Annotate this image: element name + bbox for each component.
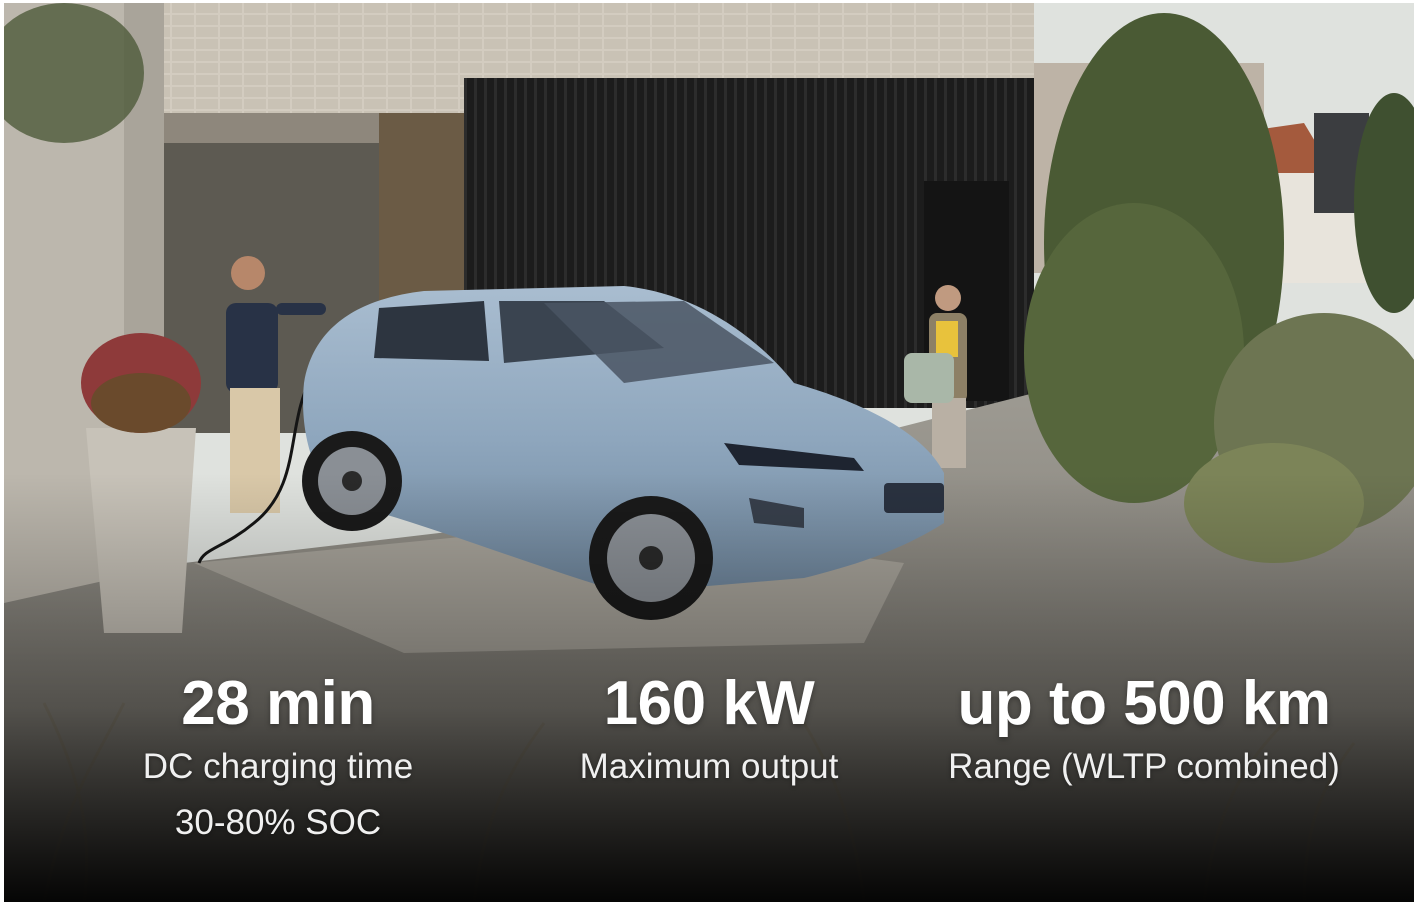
hero-banner: 28 min DC charging time 30-80% SOC 160 k… [4, 3, 1414, 902]
stat-range: up to 500 km Range (WLTP combined) [894, 669, 1394, 795]
stat-charging-time-label: DC charging time [142, 747, 414, 786]
stat-max-output-value: 160 kW [603, 669, 815, 738]
stat-range-value: up to 500 km [957, 669, 1332, 738]
stat-range-label: Range (WLTP combined) [948, 747, 1340, 786]
stat-max-output: 160 kW Maximum output [509, 669, 909, 795]
stat-charging-time: 28 min DC charging time 30-80% SOC [78, 669, 478, 851]
stat-max-output-label: Maximum output [579, 747, 839, 786]
stat-charging-time-value: 28 min [181, 669, 375, 738]
stat-charging-time-sublabel: 30-80% SOC [174, 803, 382, 842]
